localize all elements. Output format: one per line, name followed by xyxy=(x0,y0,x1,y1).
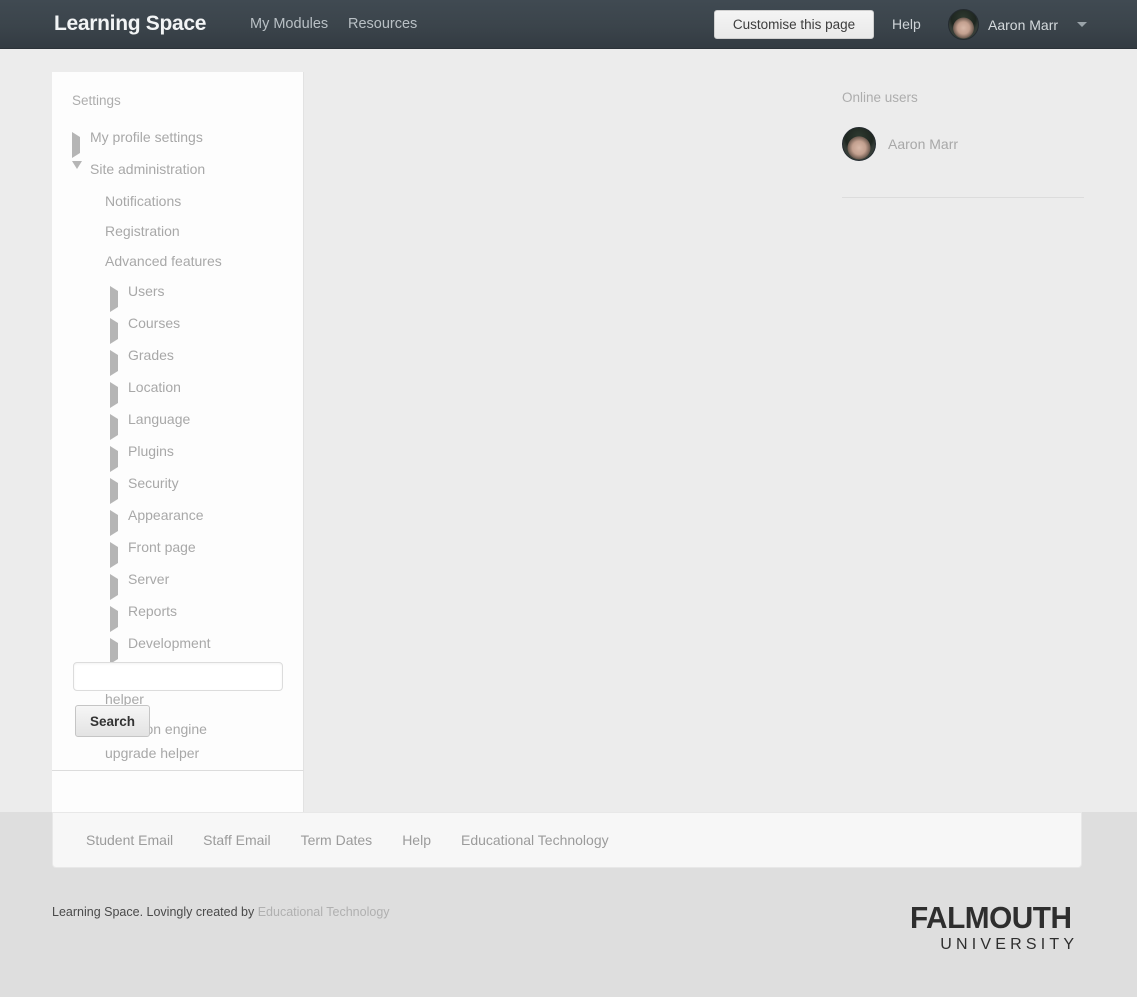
footer-link[interactable]: Help xyxy=(402,832,431,848)
settings-block-footer xyxy=(52,770,304,812)
settings-tree-item-label: My profile settings xyxy=(90,129,203,145)
footer-link[interactable]: Term Dates xyxy=(301,832,373,848)
settings-tree-item[interactable]: Front page xyxy=(110,535,302,568)
settings-tree-item[interactable]: Site administration xyxy=(72,157,302,189)
triangle-right-icon xyxy=(110,510,123,536)
settings-tree-item[interactable]: My profile settings xyxy=(72,125,302,158)
triangle-right-icon xyxy=(110,446,123,472)
settings-tree-item[interactable]: Development xyxy=(110,631,302,664)
footer-nav: Student Email Staff Email Term Dates Help Ed… xyxy=(52,812,1082,868)
online-users-block: Online users Aaron Marr xyxy=(842,90,1084,198)
credit-link[interactable]: Educational Technology xyxy=(258,905,390,919)
settings-tree-item[interactable]: Location xyxy=(110,375,302,408)
site-header: Learning Space My Modules Resources Cust… xyxy=(0,0,1137,49)
settings-tree-item-label: Advanced features xyxy=(105,253,222,269)
settings-tree-item-label: Plugins xyxy=(128,443,174,459)
credit-line: Learning Space. Lovingly created by Educ… xyxy=(52,905,390,919)
triangle-right-icon xyxy=(110,478,123,504)
settings-tree-item-label: Courses xyxy=(128,315,181,331)
chevron-down-icon xyxy=(1077,22,1088,27)
triangle-right-icon xyxy=(110,638,123,664)
settings-tree-item-label: Grades xyxy=(128,347,174,363)
settings-tree-item-label: Notifications xyxy=(105,193,182,209)
settings-tree-item[interactable]: Registration xyxy=(105,219,302,243)
settings-tree-item-label: Security xyxy=(128,475,179,491)
settings-block-title: Settings xyxy=(72,93,121,108)
settings-tree-item[interactable]: Security xyxy=(110,471,302,504)
falmouth-university-logo: FALMOUTH UNIVERSITY xyxy=(910,902,1078,954)
settings-tree-item[interactable]: Plugins xyxy=(110,439,302,472)
settings-tree-item-label: Language xyxy=(128,411,191,427)
settings-tree-item[interactable]: Courses xyxy=(110,311,302,344)
customise-this-page-button[interactable]: Customise this page xyxy=(714,10,874,39)
settings-tree-item[interactable]: Notifications xyxy=(105,189,302,213)
settings-tree-item-label: Front page xyxy=(128,539,196,555)
triangle-right-icon xyxy=(110,606,123,632)
settings-tree-item-label: Registration xyxy=(105,223,180,239)
settings-tree-item-label: Development xyxy=(128,635,211,651)
triangle-right-icon xyxy=(110,318,123,344)
page-root: Learning Space My Modules Resources Cust… xyxy=(0,0,1137,997)
settings-tree-item-label: Server xyxy=(128,571,170,587)
user-avatar-icon xyxy=(842,127,876,161)
user-menu[interactable]: Aaron Marr xyxy=(948,9,1088,40)
settings-tree-item[interactable]: Reports xyxy=(110,599,302,632)
settings-block: Settings My profile settings Site adminis… xyxy=(52,72,304,770)
triangle-down-icon xyxy=(72,161,85,189)
triangle-right-icon xyxy=(110,574,123,600)
settings-tree-item[interactable]: Language xyxy=(110,407,302,440)
settings-tree-item-label: Site administration xyxy=(90,161,206,177)
settings-tree-item[interactable]: Advanced features xyxy=(105,249,302,273)
brand-subtitle: UNIVERSITY xyxy=(940,936,1079,953)
triangle-right-icon xyxy=(110,414,123,440)
settings-tree-item[interactable]: Grades xyxy=(110,343,302,376)
settings-tree-item[interactable]: Appearance xyxy=(110,503,302,536)
nav-item-resources[interactable]: Resources xyxy=(348,16,417,32)
online-user-name: Aaron Marr xyxy=(888,136,959,152)
search-button[interactable]: Search xyxy=(75,705,150,737)
nav-item-my-modules[interactable]: My Modules xyxy=(250,16,328,32)
triangle-right-icon xyxy=(72,132,85,158)
settings-tree-item-label: Appearance xyxy=(128,507,204,523)
site-logo[interactable]: Learning Space xyxy=(54,12,206,36)
footer-link[interactable]: Student Email xyxy=(86,832,173,848)
user-avatar-icon xyxy=(948,9,979,40)
settings-tree-item[interactable]: Users xyxy=(110,279,302,312)
search-input[interactable] xyxy=(73,662,283,691)
settings-tree-item-label: Users xyxy=(128,283,165,299)
triangle-right-icon xyxy=(110,542,123,568)
triangle-right-icon xyxy=(110,382,123,408)
footer-link[interactable]: Staff Email xyxy=(203,832,270,848)
user-menu-label: Aaron Marr xyxy=(988,16,1059,33)
block-divider xyxy=(842,197,1084,198)
settings-tree-item-label: Reports xyxy=(128,603,178,619)
online-user-item[interactable]: Aaron Marr xyxy=(842,127,1084,161)
credit-text: Learning Space. Lovingly created by xyxy=(52,905,255,919)
footer-link[interactable]: Educational Technology xyxy=(461,832,609,848)
header-help-link[interactable]: Help xyxy=(892,16,921,32)
settings-tree-item[interactable]: Server xyxy=(110,567,302,600)
triangle-right-icon xyxy=(110,350,123,376)
online-users-title: Online users xyxy=(842,90,918,105)
triangle-right-icon xyxy=(110,286,123,312)
settings-tree-item-label: Location xyxy=(128,379,181,395)
brand-name: FALMOUTH xyxy=(910,900,1072,935)
